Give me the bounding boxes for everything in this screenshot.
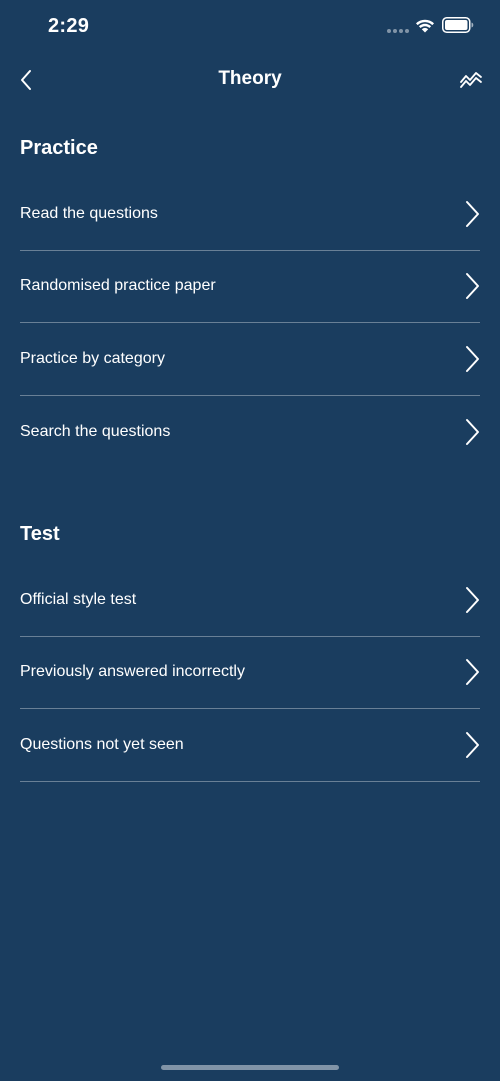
list-item-label: Official style test (20, 590, 137, 608)
list-item-previously-incorrect[interactable]: Previously answered incorrectly (20, 637, 480, 709)
list-item-label: Questions not yet seen (20, 735, 184, 753)
cellular-signal-icon (387, 29, 409, 33)
chevron-right-icon (466, 418, 479, 445)
list-item-label: Read the questions (20, 204, 158, 222)
practice-section-title: Practice (20, 137, 98, 159)
test-section-title: Test (20, 523, 60, 545)
list-item-not-yet-seen[interactable]: Questions not yet seen (20, 709, 480, 782)
stats-button[interactable] (456, 66, 486, 94)
list-item-official-style-test[interactable]: Official style test (20, 564, 480, 637)
list-item-label: Previously answered incorrectly (20, 663, 245, 681)
practice-list: Read the questions Randomised practice p… (20, 178, 480, 468)
home-indicator[interactable] (161, 1065, 339, 1070)
list-item-practice-by-category[interactable]: Practice by category (20, 323, 480, 396)
chevron-right-icon (466, 200, 479, 227)
stats-chart-icon (460, 72, 482, 88)
theory-screen: 2:29 Theory Practice Read the questions … (0, 0, 500, 1081)
test-list: Official style test Previously answered … (20, 564, 480, 782)
chevron-right-icon (466, 659, 479, 686)
list-item-read-questions[interactable]: Read the questions (20, 178, 480, 251)
status-time: 2:29 (48, 15, 90, 37)
chevron-right-icon (466, 586, 479, 613)
page-title: Theory (218, 68, 282, 89)
list-item-label: Randomised practice paper (20, 277, 216, 295)
chevron-right-icon (466, 731, 479, 758)
list-item-label: Search the questions (20, 422, 171, 440)
battery-icon (442, 17, 474, 33)
status-bar: 2:29 (0, 0, 500, 54)
list-item-label: Practice by category (20, 349, 165, 367)
chevron-right-icon (466, 345, 479, 372)
list-item-search-questions[interactable]: Search the questions (20, 396, 480, 469)
nav-bar: Theory (0, 54, 500, 106)
wifi-icon (416, 19, 434, 33)
chevron-right-icon (466, 273, 479, 300)
list-item-randomised-practice[interactable]: Randomised practice paper (20, 251, 480, 323)
